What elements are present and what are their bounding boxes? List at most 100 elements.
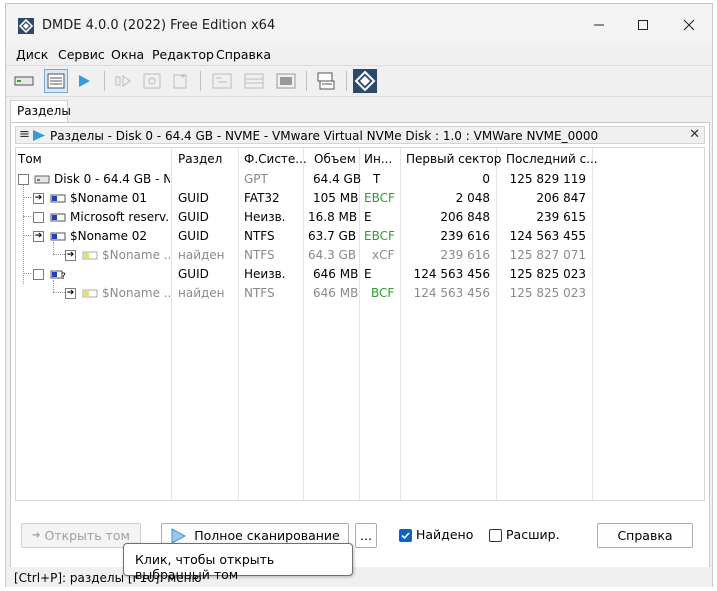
partitions-button[interactable] xyxy=(44,69,68,93)
partition-icon xyxy=(50,213,66,222)
cell-size: 646 MB xyxy=(313,267,359,281)
toolbar-disabled-button-6[interactable] xyxy=(274,69,298,93)
row-checkbox[interactable] xyxy=(33,212,44,223)
dmde-logo-button[interactable] xyxy=(352,68,378,94)
close-button[interactable] xyxy=(666,8,712,42)
expand-arrow-icon[interactable]: ➔ xyxy=(33,231,44,242)
help-button[interactable]: Справка xyxy=(597,523,693,548)
log-icon xyxy=(317,72,335,90)
menu-disk[interactable]: Диск xyxy=(16,47,48,62)
menu-editor[interactable]: Редактор xyxy=(152,47,214,62)
toolbar-separator xyxy=(200,71,201,91)
table-row[interactable]: ➔ $Noname ... найден NTFS 64.3 GB xCF 23… xyxy=(16,246,704,265)
cell-last-sector: 125 825 023 xyxy=(509,286,586,300)
expand-arrow-icon[interactable]: ➔ xyxy=(65,288,76,299)
full-scan-label: Полное сканирование xyxy=(194,528,340,543)
window-title: DMDE 4.0.0 (2022) Free Edition x64 xyxy=(42,18,276,33)
menu-windows[interactable]: Окна xyxy=(111,47,144,62)
cell-first-sector: 0 xyxy=(482,172,490,186)
table-row[interactable]: Microsoft reserv... GUID Неизв. 16.8 MB … xyxy=(16,208,704,227)
partitions-panel: ≡ Разделы - Disk 0 - 64.4 GB - NVME - VM… xyxy=(10,122,710,573)
new-file-icon xyxy=(173,74,187,89)
panel-menu-icon[interactable]: ≡ xyxy=(19,127,30,142)
row-checkbox[interactable] xyxy=(33,269,44,280)
more-options-button[interactable]: ... xyxy=(355,523,377,548)
tab-partitions[interactable]: Разделы xyxy=(10,100,71,122)
column-header-size[interactable]: Объем xyxy=(314,152,356,166)
cell-partition: GUID xyxy=(178,210,209,224)
cell-volume: $Noname ... xyxy=(102,286,170,300)
panel-button-bar: ➔ Открыть том Полное сканирование ... На… xyxy=(15,521,705,561)
maximize-button[interactable] xyxy=(620,8,666,42)
toolbar-disabled-button-3[interactable] xyxy=(168,69,192,93)
play-icon xyxy=(79,75,90,87)
found-label: Найдено xyxy=(416,527,474,542)
toolbar-disabled-button-4[interactable] xyxy=(210,69,234,93)
menu-help[interactable]: Справка xyxy=(216,47,271,62)
cell-last-sector: 124 563 455 xyxy=(509,229,586,243)
tree-view-icon xyxy=(212,73,232,89)
toolbar-disabled-button-1[interactable] xyxy=(112,69,136,93)
open-volume-arrow-icon: ➔ xyxy=(32,530,41,541)
status-bar: [Ctrl+P]: разделы [F10]: меню xyxy=(6,567,712,587)
toolbar-separator xyxy=(346,71,347,91)
partition-icon xyxy=(50,232,66,241)
cell-last-sector: 239 615 xyxy=(536,210,586,224)
table-row[interactable]: Disk 0 - 64.4 GB - N... GPT 64.4 GB T 0 … xyxy=(16,170,704,189)
panel-close-icon[interactable]: ✕ xyxy=(689,127,700,142)
disk-button[interactable] xyxy=(12,69,36,93)
cell-indicators: EBCF xyxy=(364,229,395,243)
log-button[interactable] xyxy=(314,69,338,93)
cell-last-sector: 125 829 119 xyxy=(509,172,586,186)
column-header-last-sector[interactable]: Последний с... xyxy=(506,152,598,166)
table-row[interactable]: ➔ $Noname ... найден NTFS 646 MB BCF 124… xyxy=(16,284,704,303)
cell-first-sector: 239 616 xyxy=(440,229,490,243)
cell-first-sector: 206 848 xyxy=(440,210,490,224)
column-header-partition[interactable]: Раздел xyxy=(178,152,222,166)
cell-last-sector: 125 825 023 xyxy=(509,267,586,281)
cell-partition: GUID xyxy=(178,267,209,281)
expand-arrow-icon[interactable]: ➔ xyxy=(33,193,44,204)
table-row[interactable]: ➔ $Noname 01 GUID FAT32 105 MB EBCF 2 04… xyxy=(16,189,704,208)
hex-view-icon xyxy=(276,73,296,89)
cell-indicators: E xyxy=(364,210,372,224)
cell-filesystem: Неизв. xyxy=(244,210,286,224)
cell-volume: Microsoft reserv... xyxy=(70,210,170,224)
cell-partition: найден xyxy=(178,286,225,300)
panel-header: ≡ Разделы - Disk 0 - 64.4 GB - NVME - VM… xyxy=(15,126,705,144)
table-row[interactable]: ? GUID Неизв. 646 MB E 124 563 456 125 8… xyxy=(16,265,704,284)
cell-volume: $Noname ... xyxy=(102,248,170,262)
toolbar-separator xyxy=(306,71,307,91)
open-volume-label: Открыть том xyxy=(44,528,130,543)
cell-size: 16.8 MB xyxy=(308,210,358,224)
row-checkbox[interactable] xyxy=(18,174,29,185)
toolbar-disabled-button-2[interactable] xyxy=(140,69,164,93)
cell-first-sector: 124 563 456 xyxy=(413,267,490,281)
cell-first-sector: 2 048 xyxy=(455,191,490,205)
column-header-volume[interactable]: Том xyxy=(18,152,42,166)
tab-row: Разделы xyxy=(6,98,712,122)
cell-filesystem: Неизв. xyxy=(244,267,286,281)
minimize-button[interactable] xyxy=(576,8,622,42)
cell-partition: найден xyxy=(178,248,225,262)
play-button[interactable] xyxy=(72,69,96,93)
minimize-icon xyxy=(594,24,604,26)
toolbar-disabled-button-5[interactable] xyxy=(242,69,266,93)
table-row[interactable]: ➔ $Noname 02 GUID NTFS 63.7 GB EBCF 239 … xyxy=(16,227,704,246)
cell-filesystem: NTFS xyxy=(244,229,275,243)
cell-size: 105 MB xyxy=(313,191,359,205)
found-checkbox[interactable] xyxy=(399,529,412,542)
disk-icon xyxy=(14,76,34,86)
cell-indicators: BCF xyxy=(371,286,395,300)
expand-arrow-icon[interactable]: ➔ xyxy=(65,250,76,261)
unknown-partition-icon: ? xyxy=(50,270,66,281)
cell-size: 646 MB xyxy=(313,286,359,300)
cell-volume: Disk 0 - 64.4 GB - N... xyxy=(54,172,170,186)
column-header-filesystem[interactable]: Ф.Систе... xyxy=(244,152,307,166)
column-header-indicators[interactable]: Ин... xyxy=(364,152,392,166)
menu-service[interactable]: Сервис xyxy=(58,47,105,62)
close-icon xyxy=(683,19,695,31)
column-header-first-sector[interactable]: Первый сектор xyxy=(406,152,501,166)
extended-checkbox[interactable] xyxy=(489,529,502,542)
toolbar xyxy=(6,65,712,97)
